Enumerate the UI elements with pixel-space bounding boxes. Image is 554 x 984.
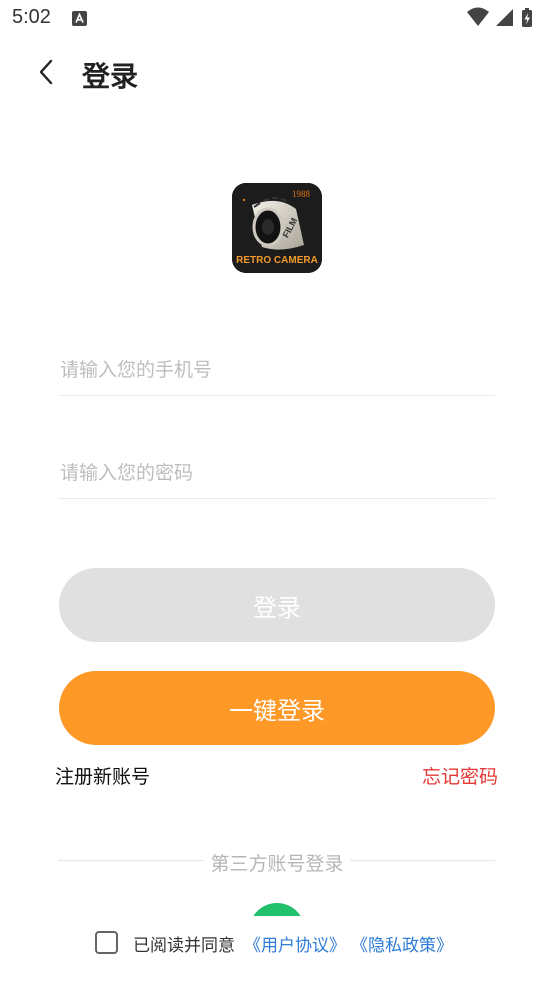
a-notification-icon (72, 11, 87, 26)
signal-icon (496, 9, 513, 26)
login-button[interactable]: 登录 (59, 568, 495, 642)
password-input[interactable] (58, 448, 499, 498)
back-button[interactable] (30, 58, 62, 90)
app-logo: FILM 1988 RETRO CAMERA (232, 183, 322, 273)
agreement-text: 已阅读并同意 (133, 936, 235, 956)
register-link[interactable]: 注册新账号 (55, 762, 150, 789)
password-field (58, 448, 499, 499)
battery-charging-icon (522, 8, 532, 27)
logo-year-text: 1988 (292, 189, 311, 199)
chevron-left-icon (37, 59, 55, 89)
third-party-label: 第三方账号登录 (0, 849, 554, 876)
third-party-label-text: 第三方账号登录 (204, 853, 350, 875)
logo-caption-text: RETRO CAMERA (236, 255, 318, 266)
wifi-icon (467, 7, 489, 26)
forgot-password-link[interactable]: 忘记密码 (422, 762, 498, 789)
phone-field (58, 345, 499, 396)
page-title: 登录 (82, 60, 139, 93)
status-time: 5:02 (12, 6, 51, 28)
quick-login-button[interactable]: 一键登录 (59, 671, 495, 745)
status-bar: 5:02 (0, 0, 554, 36)
app-header: 登录 (0, 48, 554, 98)
phone-input[interactable] (58, 345, 499, 395)
agreement-bar: 已阅读并同意 《用户协议》 《隐私政策》 (0, 916, 554, 984)
privacy-policy-link[interactable]: 《隐私政策》 (351, 931, 453, 956)
status-icons (464, 7, 544, 29)
agreement-checkbox[interactable] (95, 931, 118, 954)
user-agreement-link[interactable]: 《用户协议》 (244, 931, 346, 956)
